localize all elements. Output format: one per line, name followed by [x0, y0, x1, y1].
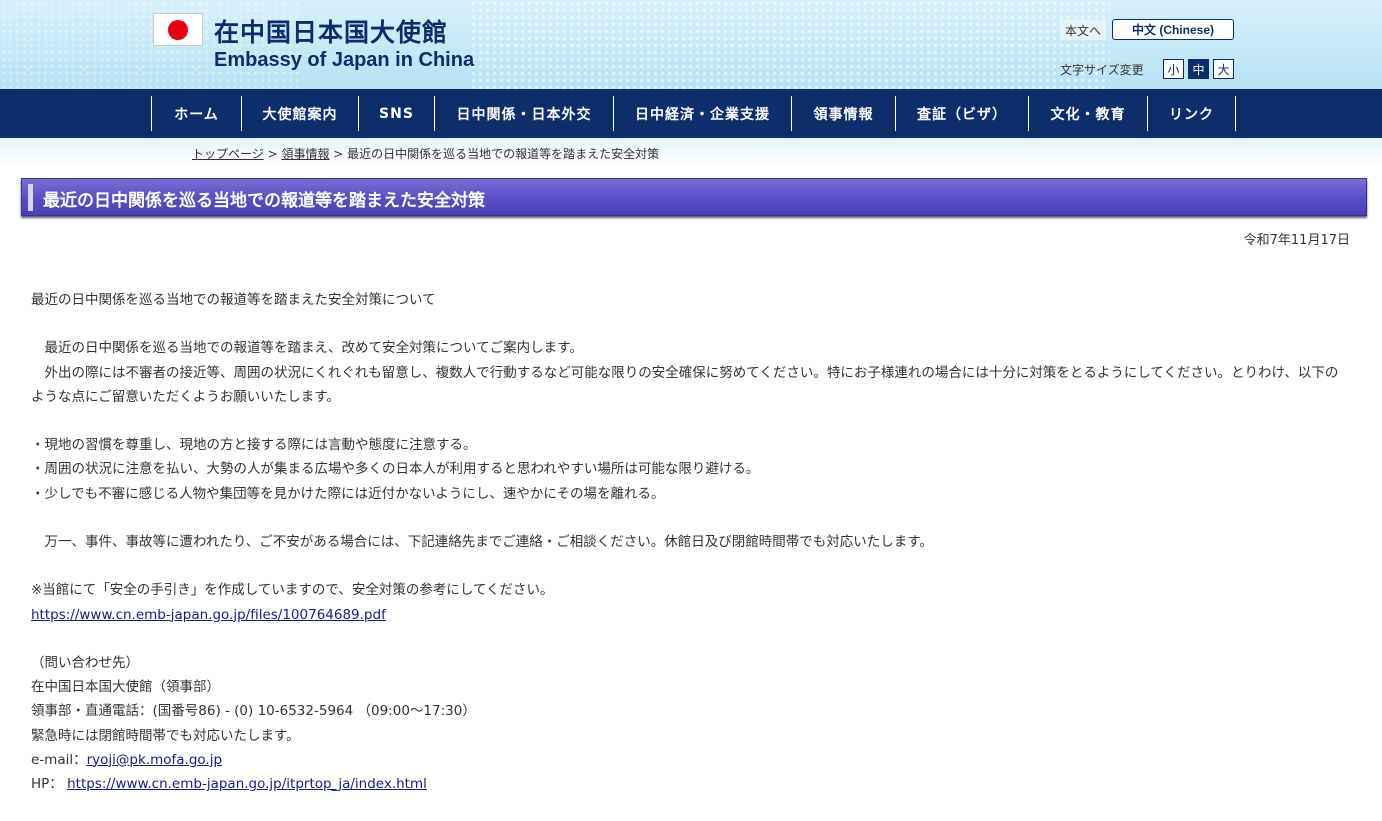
- page-title-bar: 最近の日中関係を巡る当地での報道等を踏まえた安全対策: [21, 178, 1367, 216]
- article-body: 最近の日中関係を巡る当地での報道等を踏まえた安全対策について 最近の日中関係を巡…: [31, 288, 1351, 796]
- japan-flag-icon[interactable]: [153, 13, 203, 46]
- skip-to-content-link[interactable]: 本文へ: [1060, 20, 1106, 40]
- guide-pdf-link[interactable]: https://www.cn.emb-japan.go.jp/files/100…: [31, 607, 386, 623]
- world-map-decoration: [470, 0, 1110, 89]
- hp-label: HP：: [31, 775, 63, 792]
- bullet-item: ・少しでも不審に感じる人物や集団等を見かけた際には近付かないようにし、速やかにそ…: [31, 485, 665, 502]
- guide-note: ※当館にて「安全の手引き」を作成していますので、安全対策の参考にしてください。: [31, 582, 554, 599]
- site-logo-ja[interactable]: 在中国日本国大使館: [214, 13, 448, 49]
- font-size-large-button[interactable]: 大: [1213, 59, 1234, 79]
- contact-phone: 領事部・直通電話：(国番号86) - (0) 10-6532-5964 （09:…: [31, 703, 476, 720]
- flag-sun: [168, 19, 188, 40]
- contact-emergency: 緊急時には閉館時間帯でも対応いたします。: [31, 727, 300, 744]
- nav-divider: [1235, 96, 1236, 131]
- contact-hp-row: HP： https://www.cn.emb-japan.go.jp/itprt…: [31, 772, 1351, 796]
- homepage-link[interactable]: https://www.cn.emb-japan.go.jp/itprtop_j…: [67, 776, 427, 792]
- breadcrumb-separator: >: [263, 147, 282, 161]
- font-size-medium-button[interactable]: 中: [1188, 59, 1209, 79]
- nav-item-links[interactable]: リンク: [1147, 96, 1235, 131]
- font-size-label: 文字サイズ変更: [1060, 63, 1144, 77]
- contact-email-row: e-mail：ryoji@pk.mofa.go.jp: [31, 748, 1351, 772]
- nav-item-consular[interactable]: 領事情報: [791, 96, 895, 131]
- email-label: e-mail：: [31, 751, 87, 768]
- nav-item-home[interactable]: ホーム: [151, 96, 241, 131]
- nav-item-embassy-info[interactable]: 大使館案内: [241, 96, 358, 131]
- breadcrumb-current: 最近の日中関係を巡る当地での報道等を踏まえた安全対策: [347, 147, 660, 161]
- chinese-language-button[interactable]: 中文 (Chinese): [1112, 19, 1234, 40]
- breadcrumb-consular-link[interactable]: 領事情報: [281, 147, 329, 161]
- nav-item-sns[interactable]: SNS: [358, 96, 434, 131]
- nav-item-visa[interactable]: 査証（ビザ）: [895, 96, 1028, 131]
- title-accent: [28, 184, 33, 211]
- bullet-item: ・現地の習慣を尊重し、現地の方と接する際には言動や態度に注意する。: [31, 437, 477, 454]
- nav-item-culture[interactable]: 文化・教育: [1028, 96, 1147, 131]
- nav-item-japan-china-relations[interactable]: 日中関係・日本外交: [434, 96, 613, 131]
- breadcrumb: トップページ > 領事情報 > 最近の日中関係を巡る当地での報道等を踏まえた安全…: [192, 145, 659, 162]
- paragraph: 万一、事件、事故等に遭われたり、ご不安がある場合には、下記連絡先までご連絡・ご相…: [31, 533, 933, 550]
- article-heading: 最近の日中関係を巡る当地での報道等を踏まえた安全対策について: [31, 292, 436, 308]
- paragraph: 最近の日中関係を巡る当地での報道等を踏まえ、改めて安全対策についてご案内します。: [31, 340, 583, 357]
- contact-org: 在中国日本国大使館（領事部）: [31, 679, 220, 696]
- page-title: 最近の日中関係を巡る当地での報道等を踏まえた安全対策: [43, 191, 485, 211]
- breadcrumb-top-link[interactable]: トップページ: [192, 147, 264, 161]
- paragraph: 外出の際には不審者の接近等、周囲の状況にくれぐれも留意し、複数人で行動するなど可…: [31, 364, 1339, 405]
- site-header: 在中国日本国大使館 Embassy of Japan in China 本文へ …: [0, 0, 1382, 89]
- breadcrumb-separator: >: [329, 147, 348, 161]
- bullet-item: ・周囲の状況に注意を払い、大勢の人が集まる広場や多くの日本人が利用すると思われや…: [31, 461, 760, 478]
- main-nav: ホーム 大使館案内 SNS 日中関係・日本外交 日中経済・企業支援 領事情報 査…: [0, 89, 1382, 138]
- publish-date: 令和7年11月17日: [1243, 233, 1350, 248]
- nav-item-economy[interactable]: 日中経済・企業支援: [613, 96, 791, 131]
- contact-heading: （問い合わせ先）: [31, 654, 139, 671]
- site-logo-en[interactable]: Embassy of Japan in China: [214, 49, 474, 72]
- email-link[interactable]: ryoji@pk.mofa.go.jp: [87, 752, 222, 768]
- font-size-small-button[interactable]: 小: [1163, 59, 1184, 79]
